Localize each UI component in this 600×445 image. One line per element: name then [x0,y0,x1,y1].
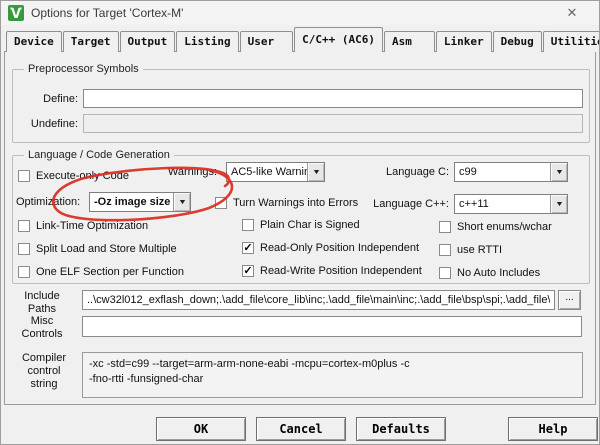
checkbox-label: One ELF Section per Function [36,266,184,279]
checkbox-box[interactable]: ✓ [439,267,451,279]
tab-listing[interactable]: Listing [176,31,238,52]
language-c-label: Language C: [365,166,449,179]
define-label: Define: [25,93,78,106]
checkbox-label: Plain Char is Signed [260,219,360,232]
chevron-down-icon: ▼ [177,199,186,206]
checkbox-label: Short enums/wchar [457,221,552,234]
tab-page: Preprocessor Symbols Define: Undefine: L… [4,51,596,405]
ok-button[interactable]: OK [156,417,246,441]
chevron-down-icon: ▼ [554,169,563,176]
check-icon: ✓ [243,243,252,253]
tab-device[interactable]: Device [6,31,62,52]
checkbox-label: use RTTI [457,244,502,257]
warnings-label: Warnings: [155,166,217,179]
checkbox-label: Read-Only Position Independent [260,242,419,255]
checkbox-no-auto-includes[interactable]: ✓ No Auto Includes [439,267,540,280]
checkbox-turn-warnings-into-errors[interactable]: ✓ Turn Warnings into Errors [215,197,358,210]
checkbox-label: Execute-only Code [36,170,129,183]
checkbox-use-rtti[interactable]: ✓ use RTTI [439,244,502,257]
tab-utilities[interactable]: Utilities [543,31,600,52]
checkbox-box[interactable]: ✓ [18,243,30,255]
title-bar: Options for Target 'Cortex-M' ✕ [1,1,599,25]
language-c-dropdown[interactable]: c99 ▼ [454,162,568,182]
tab-asm[interactable]: Asm [384,31,435,52]
language-cpp-label: Language C++: [355,198,449,211]
optimization-dropdown-button[interactable]: ▼ [173,193,190,211]
langcode-legend: Language / Code Generation [24,149,174,161]
warnings-dropdown[interactable]: AC5-like Warnings ▼ [226,162,325,182]
checkbox-box[interactable]: ✓ [242,219,254,231]
checkbox-box[interactable]: ✓ [242,242,254,254]
chevron-down-icon: ▼ [554,201,563,208]
check-icon: ✓ [243,266,252,276]
include-paths-browse-button[interactable]: ... [558,290,581,310]
checkbox-box[interactable]: ✓ [439,244,451,256]
language-cpp-dropdown[interactable]: c++11 ▼ [454,194,568,214]
options-dialog: Options for Target 'Cortex-M' ✕ Device T… [0,0,600,445]
tab-target[interactable]: Target [63,31,119,52]
checkbox-box[interactable]: ✓ [242,265,254,277]
chevron-down-icon: ▼ [311,169,320,176]
warnings-dropdown-button[interactable]: ▼ [307,163,324,181]
language-cpp-dropdown-button[interactable]: ▼ [550,195,567,213]
checkbox-label: Split Load and Store Multiple [36,243,177,256]
optimization-label: Optimization: [16,196,92,209]
defaults-button[interactable]: Defaults [356,417,446,441]
checkbox-one-elf-section[interactable]: ✓ One ELF Section per Function [18,266,184,279]
checkbox-short-enums-wchar[interactable]: ✓ Short enums/wchar [439,221,552,234]
include-paths-input[interactable] [82,290,555,310]
tab-debug[interactable]: Debug [493,31,542,52]
language-c-value: c99 [455,166,550,178]
tab-user[interactable]: User [240,31,294,52]
close-icon[interactable]: ✕ [561,4,583,22]
checkbox-box[interactable]: ✓ [215,197,227,209]
checkbox-box[interactable]: ✓ [18,220,30,232]
checkbox-split-load-store[interactable]: ✓ Split Load and Store Multiple [18,243,177,256]
cancel-button[interactable]: Cancel [256,417,346,441]
checkbox-read-write-position-independent[interactable]: ✓ Read-Write Position Independent [242,265,422,278]
language-c-dropdown-button[interactable]: ▼ [550,163,567,181]
checkbox-execute-only-code[interactable]: ✓ Execute-only Code [18,170,129,183]
window-title: Options for Target 'Cortex-M' [31,6,183,20]
define-input[interactable] [83,89,583,108]
warnings-value: AC5-like Warnings [227,166,307,178]
checkbox-box[interactable]: ✓ [18,266,30,278]
preprocessor-legend: Preprocessor Symbols [24,63,143,75]
undefine-input [83,114,583,133]
include-paths-label: Include Paths [15,290,69,316]
checkbox-read-only-position-independent[interactable]: ✓ Read-Only Position Independent [242,242,419,255]
checkbox-label: Turn Warnings into Errors [233,197,358,210]
misc-controls-input[interactable] [82,316,582,337]
language-cpp-value: c++11 [455,198,550,210]
checkbox-label: Link-Time Optimization [36,220,148,233]
checkbox-plain-char-signed[interactable]: ✓ Plain Char is Signed [242,219,360,232]
tab-ccpp-ac6[interactable]: C/C++ (AC6) [294,27,383,52]
checkbox-label: Read-Write Position Independent [260,265,422,278]
checkbox-box[interactable]: ✓ [18,170,30,182]
compiler-control-string-box[interactable]: -xc -std=c99 --target=arm-arm-none-eabi … [82,352,583,398]
checkbox-box[interactable]: ✓ [439,221,451,233]
compiler-control-string-label: Compiler control string [15,352,73,391]
tab-linker[interactable]: Linker [436,31,492,52]
tab-strip: Device Target Output Listing User C/C++ … [6,27,600,52]
checkbox-link-time-optimization[interactable]: ✓ Link-Time Optimization [18,220,148,233]
undefine-label: Undefine: [25,118,78,131]
optimization-dropdown[interactable]: -Oz image size ▼ [89,192,191,212]
help-button[interactable]: Help [508,417,598,441]
tab-output[interactable]: Output [120,31,176,52]
uvision-logo-icon [8,5,24,21]
checkbox-label: No Auto Includes [457,267,540,280]
optimization-value: -Oz image size [90,196,173,208]
misc-controls-label: Misc Controls [15,315,69,341]
